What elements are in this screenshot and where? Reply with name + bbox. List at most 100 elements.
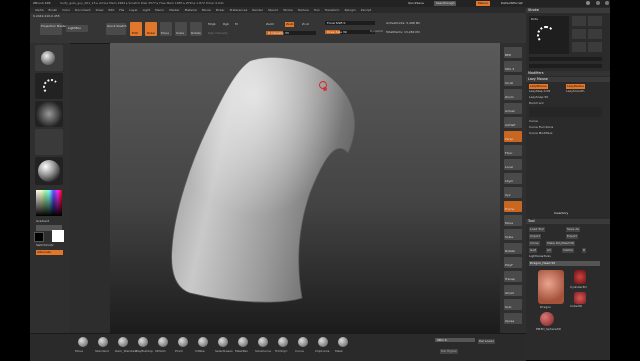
quick-sketch-button[interactable]: Quick Sketch: [106, 23, 127, 35]
export-button[interactable]: Export: [566, 234, 578, 239]
save-as-button[interactable]: Save As: [566, 227, 580, 232]
rightshelf-persp-button[interactable]: Persp: [504, 131, 522, 142]
rgb-intensity-slider[interactable]: Rgb Intensity: [208, 32, 228, 35]
curve-functions-header[interactable]: Curve Functions: [529, 126, 553, 129]
menu-zplugin[interactable]: Zplugin: [344, 8, 355, 12]
menu-render[interactable]: Render: [252, 8, 263, 12]
rightshelf-xpose-button[interactable]: Xpose: [504, 313, 522, 324]
switch-color-button[interactable]: SwitchColor: [36, 244, 54, 247]
dynamic-toggle[interactable]: Dynamic: [370, 30, 383, 33]
brush-curve-icon[interactable]: [298, 337, 308, 347]
gradient-label[interactable]: Gradient: [36, 220, 49, 223]
brush-move-icon[interactable]: [78, 337, 88, 347]
alternate-button[interactable]: Alternate: [36, 250, 63, 255]
draw-size-slider[interactable]: Draw Size 39: [325, 30, 375, 34]
z-intensity-slider[interactable]: Z Intensity 33: [266, 31, 316, 35]
default-zscript-button[interactable]: DefaultZScript: [501, 2, 523, 5]
stroke-thumbnail[interactable]: [35, 73, 63, 99]
draw-button[interactable]: Draw: [145, 22, 157, 36]
material-thumbnail[interactable]: [35, 157, 63, 185]
lightbox-tools-button[interactable]: Lightbox▸Tools: [529, 255, 551, 258]
rightshelf-actual-button[interactable]: Actual: [504, 103, 522, 114]
focal-shift-slider[interactable]: Focal Shift 0: [325, 21, 375, 25]
rightshelf-scroll-button[interactable]: Scroll: [504, 75, 522, 86]
secondary-color-swatch[interactable]: [34, 232, 44, 242]
goz-button[interactable]: GoZ: [529, 248, 538, 253]
lazysnap-slider[interactable]: LazySnap 50: [529, 96, 548, 99]
lazymouse-header[interactable]: Lazy Mouse: [526, 77, 610, 82]
menu-material[interactable]: Material: [185, 8, 197, 12]
stroke-lasso-icon[interactable]: [588, 42, 602, 52]
menus-button[interactable]: Menus: [476, 1, 490, 6]
rightshelf-bpr-button[interactable]: BPR: [504, 47, 522, 58]
del-higher-button[interactable]: Del Higher: [440, 349, 458, 354]
main-color-swatch[interactable]: [52, 230, 64, 242]
rightshelf-solo-button[interactable]: Solo: [504, 299, 522, 310]
menu-marker[interactable]: Marker: [169, 8, 179, 12]
alpha-thumbnail[interactable]: [35, 101, 63, 127]
menu-layer[interactable]: Layer: [129, 8, 137, 12]
rightshelf-frame-button[interactable]: Frame: [504, 201, 522, 212]
menu-picker[interactable]: Picker: [216, 8, 225, 12]
menu-stroke[interactable]: Stroke: [283, 8, 293, 12]
brush-trimdyn-icon[interactable]: [278, 337, 288, 347]
menu-color[interactable]: Color: [62, 8, 70, 12]
tool-thumbnail-cube[interactable]: [574, 292, 586, 304]
backtrack-button[interactable]: Backtrack: [529, 102, 544, 105]
zcut-toggle[interactable]: Zcut: [302, 23, 309, 26]
brush-dam_standard-icon[interactable]: [118, 337, 128, 347]
move-button[interactable]: Move: [160, 22, 172, 36]
rightshelf-polyf-button[interactable]: PolyF: [504, 257, 522, 268]
menu-macro[interactable]: Macro: [155, 8, 164, 12]
rightshelf-rotate-button[interactable]: Rotate: [504, 243, 522, 254]
quicksave-button[interactable]: QuickSave: [408, 2, 424, 5]
brush-thumbnail[interactable]: [35, 45, 63, 71]
tool-thumbnail-sphere[interactable]: [540, 312, 554, 326]
rightshelf-move-button[interactable]: Move: [504, 215, 522, 226]
mrgb-toggle[interactable]: Mrgb: [208, 23, 216, 26]
curve-header[interactable]: Curve: [529, 120, 538, 123]
rightshelf-scale-button[interactable]: Scale: [504, 229, 522, 240]
zadd-toggle[interactable]: Zadd: [266, 23, 274, 26]
minimize-icon[interactable]: [596, 1, 600, 5]
brush-claybuildup-icon[interactable]: [138, 337, 148, 347]
stroke-dragrect-icon[interactable]: [572, 29, 586, 39]
brush-selectlasso-icon[interactable]: [218, 337, 228, 347]
stroke-colorspray-icon[interactable]: [572, 42, 586, 52]
brush-standard-icon[interactable]: [98, 337, 108, 347]
brush-pinch-icon[interactable]: [178, 337, 188, 347]
menu-transform[interactable]: Transform: [325, 8, 340, 12]
stroke-preview[interactable]: Dots: [529, 16, 569, 54]
m-toggle[interactable]: M: [235, 23, 238, 26]
stroke-slider-b[interactable]: [529, 64, 602, 68]
clone-button[interactable]: Clone: [529, 241, 540, 246]
lazysmooth-slider[interactable]: LazySmooth: [566, 90, 584, 93]
menu-edit[interactable]: Edit: [108, 8, 114, 12]
menu-tool[interactable]: Tool: [314, 8, 320, 12]
stroke-panel-header[interactable]: Stroke: [526, 8, 610, 13]
see-through-slider[interactable]: See-through: [434, 1, 457, 6]
all-button[interactable]: All: [546, 248, 552, 253]
document-canvas[interactable]: [110, 43, 500, 333]
menu-file[interactable]: File: [119, 8, 124, 12]
menu-texture[interactable]: Texture: [298, 8, 309, 12]
brush-mask-icon[interactable]: [338, 337, 348, 347]
brush-slicecurve-icon[interactable]: [258, 337, 268, 347]
rightshelf-local-button[interactable]: Local: [504, 159, 522, 170]
brush-inflate-icon[interactable]: [198, 337, 208, 347]
menu-document[interactable]: Document: [75, 8, 91, 12]
color-picker[interactable]: [36, 190, 62, 216]
stroke-dragdot-icon[interactable]: [588, 29, 602, 39]
load-tool-button[interactable]: Load Tool: [529, 227, 545, 232]
sdiv-slider[interactable]: SDiv 4: [435, 338, 475, 342]
menu-stencil[interactable]: Stencil: [268, 8, 278, 12]
tool-thumbnail-dragon[interactable]: [538, 270, 564, 304]
help-icon[interactable]: [586, 1, 590, 5]
brush-clipcurve-icon[interactable]: [318, 337, 328, 347]
rotate-button[interactable]: Rotate: [190, 22, 202, 36]
projection-master-button[interactable]: Projection Master: [40, 23, 67, 35]
import-button[interactable]: Import: [529, 234, 541, 239]
menu-zscript[interactable]: Zscript: [361, 8, 371, 12]
stroke-freehand-icon[interactable]: [572, 16, 586, 26]
menu-light[interactable]: Light: [143, 8, 151, 12]
